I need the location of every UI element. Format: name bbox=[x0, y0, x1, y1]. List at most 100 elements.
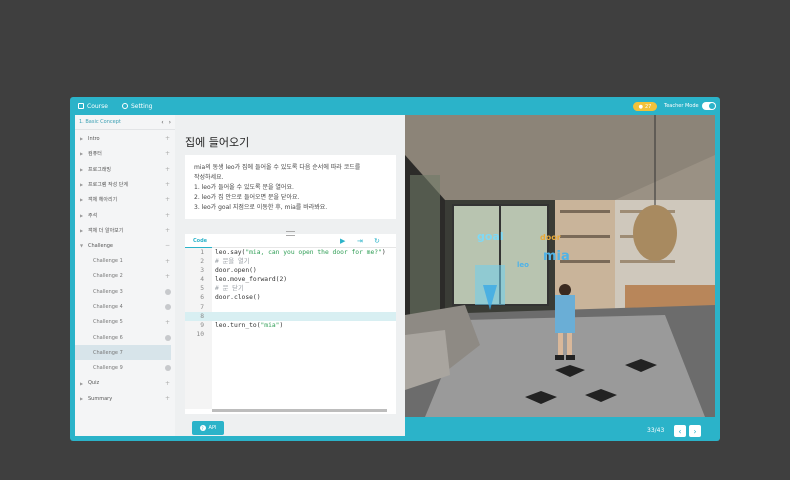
mission-line: mia의 동생 leo가 집에 들어올 수 있도록 다음 순서에 따라 코드를 bbox=[194, 164, 361, 171]
sidebar-item[interactable]: Challenge 3 bbox=[75, 284, 175, 299]
code-line[interactable]: 9 leo.turn_to("mia") bbox=[185, 321, 396, 330]
plus-icon[interactable]: + bbox=[165, 212, 170, 219]
page-indicator: 33/43 bbox=[647, 427, 665, 434]
mission-line: 2. leo가 집 안으로 들어오면 문을 닫아요. bbox=[194, 194, 300, 201]
api-button[interactable]: ? API bbox=[192, 421, 224, 435]
line-number: 7 bbox=[200, 303, 204, 311]
sidebar-item[interactable]: ▶ 객체 더 알아보기 + bbox=[75, 223, 175, 238]
sidebar-item[interactable]: Challenge 6 bbox=[75, 330, 175, 345]
step-icon[interactable]: ⇥ bbox=[357, 237, 363, 245]
sidebar-item[interactable]: Challenge 2 + bbox=[75, 269, 175, 284]
line-number: 9 bbox=[200, 321, 204, 329]
chevron-left-icon: ‹ bbox=[678, 426, 682, 436]
caret-right-icon: ▶ bbox=[80, 227, 84, 233]
mission-box: mia의 동생 leo가 집에 들어올 수 있도록 다음 순서에 따라 코드를 … bbox=[185, 155, 396, 219]
plus-icon[interactable]: + bbox=[165, 181, 170, 188]
code-line[interactable]: 2 # 문을 열기 bbox=[185, 257, 396, 266]
caret-right-icon: ▶ bbox=[80, 136, 84, 142]
code-token: door.open() bbox=[215, 267, 257, 275]
code-line[interactable]: 7 bbox=[185, 303, 396, 312]
plus-icon[interactable]: + bbox=[165, 135, 170, 142]
caret-right-icon: ▶ bbox=[80, 197, 84, 203]
game-scene[interactable]: goal door mia leo bbox=[405, 115, 715, 417]
course-label: Course bbox=[87, 102, 108, 110]
code-line[interactable]: 1 leo.say("mia, can you open the door for… bbox=[185, 248, 396, 257]
sidebar-list: ▶ Intro + ▶ 컴퓨터 + ▶ 프로그래밍 + ▶ 프로그램 작성 단계 + ▶ 객체 헤아리기 +… bbox=[75, 130, 175, 406]
sidebar-item-label: 프로그램 작성 단계 bbox=[88, 182, 128, 189]
api-label: API bbox=[208, 425, 217, 431]
sidebar-item[interactable]: ▶ 주석 + bbox=[75, 207, 175, 222]
sidebar-item[interactable]: ▶ 프로그램 작성 단계 + bbox=[75, 177, 175, 192]
help-icon: ? bbox=[199, 425, 206, 431]
sidebar: 1. Basic Concept ‹ › ▶ Intro + ▶ 컴퓨터 + ▶ 프로그래밍 +… bbox=[75, 115, 175, 436]
top-bar: Course Setting ● 27 Teacher Mode bbox=[70, 97, 720, 115]
prev-page-button[interactable]: ‹ bbox=[674, 425, 686, 437]
horizontal-scrollbar[interactable] bbox=[212, 409, 387, 412]
sidebar-item[interactable]: Challenge 4 bbox=[75, 299, 175, 314]
sidebar-item[interactable]: ▶ 컴퓨터 + bbox=[75, 146, 175, 161]
setting-menu[interactable]: Setting bbox=[121, 103, 152, 110]
sidebar-item[interactable]: Challenge 9 bbox=[75, 360, 175, 375]
plus-icon[interactable]: + bbox=[165, 166, 170, 173]
code-line[interactable]: 8 bbox=[185, 311, 396, 321]
line-number: 6 bbox=[200, 294, 204, 302]
plus-icon[interactable]: + bbox=[165, 150, 170, 157]
minus-icon[interactable]: − bbox=[165, 242, 170, 249]
plus-icon[interactable]: + bbox=[165, 380, 170, 387]
sidebar-item-label: Challenge bbox=[88, 242, 113, 249]
sidebar-item[interactable]: Challenge 1 + bbox=[75, 253, 175, 268]
caret-right-icon: ▶ bbox=[80, 166, 84, 172]
play-icon[interactable]: ▶ bbox=[340, 237, 345, 245]
reset-icon[interactable]: ↻ bbox=[374, 237, 380, 245]
course-menu[interactable]: Course bbox=[78, 103, 108, 110]
sidebar-item[interactable]: ▶ Intro + bbox=[75, 131, 175, 146]
sidebar-item-label: Challenge 4 bbox=[93, 303, 123, 310]
sidebar-item[interactable]: ▶ 프로그래밍 + bbox=[75, 162, 175, 177]
plus-icon[interactable]: + bbox=[165, 319, 170, 326]
scene-label-mia: mia bbox=[543, 249, 570, 264]
sidebar-header: 1. Basic Concept ‹ › bbox=[75, 115, 175, 130]
sidebar-item-label: Challenge 9 bbox=[93, 365, 123, 372]
sidebar-item-label: Challenge 3 bbox=[93, 288, 123, 295]
page-title: 집에 들어오기 bbox=[185, 136, 250, 149]
sidebar-item[interactable]: Challenge 5 + bbox=[75, 315, 175, 330]
code-text: # 문 닫기 bbox=[215, 284, 244, 293]
chevron-right-icon[interactable]: › bbox=[169, 119, 171, 126]
editor-tabs: Code ▶ ⇥ ↻ bbox=[185, 234, 396, 248]
code-line[interactable]: 4 leo.move_forward(2) bbox=[185, 275, 396, 284]
teacher-mode-toggle[interactable] bbox=[701, 102, 716, 110]
status-dot-icon bbox=[165, 303, 171, 310]
sidebar-item-label: Summary bbox=[88, 395, 113, 402]
sidebar-item-label: 객체 헤아리기 bbox=[88, 197, 118, 204]
code-line[interactable]: 10 bbox=[185, 330, 396, 339]
plus-icon[interactable]: + bbox=[165, 196, 170, 203]
plus-icon[interactable]: + bbox=[165, 227, 170, 234]
tab-code[interactable]: Code bbox=[193, 238, 207, 244]
chevron-right-icon: › bbox=[693, 426, 697, 436]
sidebar-item[interactable]: Challenge 7 bbox=[75, 345, 171, 361]
sidebar-item[interactable]: ▶ Summary + bbox=[75, 391, 175, 406]
code-token: ) bbox=[381, 249, 386, 256]
code-line[interactable]: 6 door.close() bbox=[185, 293, 396, 302]
sidebar-item-label: Challenge 2 bbox=[93, 273, 123, 280]
code-token: leo.move_forward(2) bbox=[215, 276, 288, 284]
plus-icon[interactable]: + bbox=[165, 273, 170, 280]
code-line[interactable]: 5 # 문 닫기 bbox=[185, 284, 396, 293]
chapter-title[interactable]: 1. Basic Concept bbox=[79, 119, 121, 125]
chevron-left-icon[interactable]: ‹ bbox=[161, 119, 163, 126]
code-editor[interactable]: Code ▶ ⇥ ↻ 1 leo.say("mia, can you open t… bbox=[185, 231, 396, 414]
sidebar-item[interactable]: ▼ Challenge − bbox=[75, 238, 175, 253]
sidebar-item[interactable]: ▶ 객체 헤아리기 + bbox=[75, 192, 175, 207]
course-icon bbox=[78, 103, 84, 109]
code-text: door.open() bbox=[215, 266, 257, 275]
code-token: "mia" bbox=[260, 321, 280, 329]
code-line[interactable]: 3 door.open() bbox=[185, 266, 396, 275]
plus-icon[interactable]: + bbox=[165, 395, 170, 402]
code-area[interactable]: 1 leo.say("mia, can you open the door for… bbox=[185, 248, 396, 339]
plus-icon[interactable]: + bbox=[165, 258, 170, 265]
next-page-button[interactable]: › bbox=[689, 425, 701, 437]
scene-illustration: goal door mia leo bbox=[405, 115, 715, 417]
code-token: # 문 닫기 bbox=[215, 285, 244, 293]
sidebar-item[interactable]: ▶ Quiz + bbox=[75, 376, 175, 391]
sidebar-item-label: Challenge 1 bbox=[93, 258, 123, 265]
